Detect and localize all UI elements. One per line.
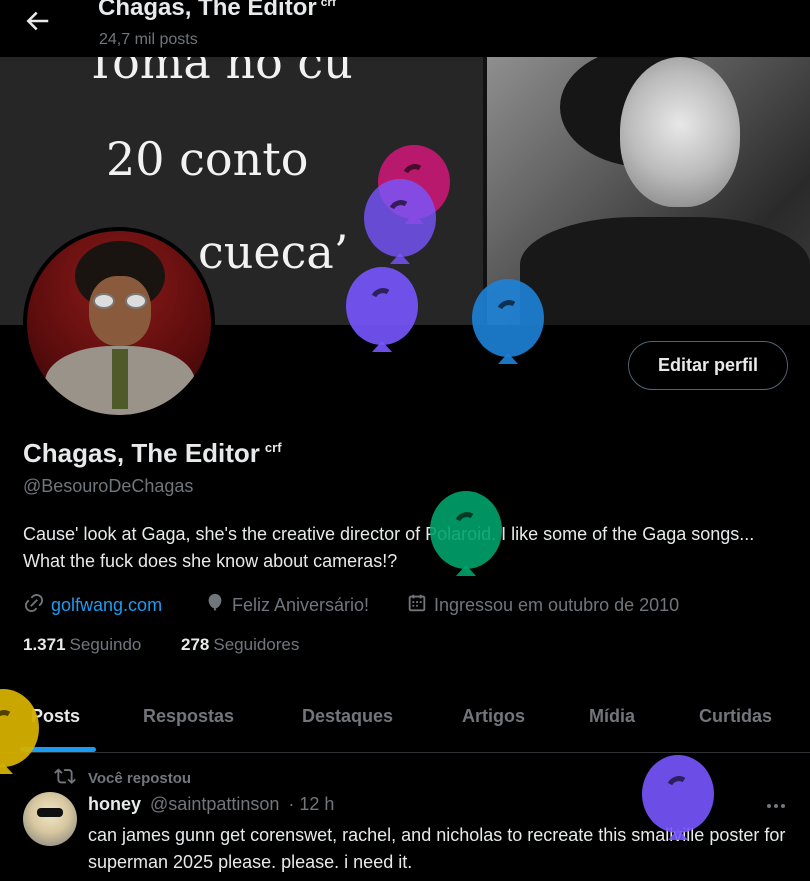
banner-portrait-face <box>620 57 740 207</box>
balloon-icon <box>472 279 544 364</box>
followers-count-link[interactable]: 278 Seguidores <box>181 635 299 655</box>
header-badge: crf <box>320 0 337 9</box>
banner-line-1: Toma no cu <box>85 57 353 89</box>
banner-line-2: 20 conto <box>106 132 309 186</box>
post-timestamp[interactable]: · 12 h <box>288 794 334 814</box>
post-author-handle[interactable]: @saintpattinson <box>150 794 279 814</box>
post-author-name[interactable]: honey <box>88 794 141 814</box>
following-count-link[interactable]: 1.371 Seguindo <box>23 635 141 655</box>
calendar-icon <box>406 592 434 619</box>
balloon-icon <box>364 179 436 264</box>
post-author-avatar[interactable] <box>23 792 77 846</box>
balloon-icon <box>0 689 39 774</box>
profile-birthday: Feliz Aniversário! <box>204 592 369 618</box>
more-icon[interactable] <box>762 794 790 818</box>
website-link[interactable]: golfwang.com <box>51 595 162 616</box>
link-icon <box>23 592 51 619</box>
top-header: Chagas, The Editor crf 24,7 mil posts <box>0 0 810 57</box>
tab-media[interactable]: Mídia <box>589 706 635 727</box>
back-arrow-icon[interactable] <box>22 6 52 36</box>
tab-replies[interactable]: Respostas <box>143 706 234 727</box>
profile-badge: crf <box>264 440 282 456</box>
balloon-icon <box>204 592 232 619</box>
post-header: honey @saintpattinson · 12 h <box>88 794 334 815</box>
banner-portrait-body <box>520 217 810 325</box>
balloon-icon <box>346 267 418 352</box>
balloon-icon <box>430 491 502 576</box>
profile-website[interactable]: golfwang.com <box>23 592 162 618</box>
tab-highlights[interactable]: Destaques <box>302 706 393 727</box>
profile-tabs: Posts Respostas Destaques Artigos Mídia … <box>0 688 810 753</box>
banner-line-3: cueca’ <box>198 225 349 279</box>
header-title: Chagas, The Editor crf <box>98 0 336 22</box>
profile-handle: @BesouroDeChagas <box>23 476 194 496</box>
profile-avatar[interactable] <box>23 227 215 419</box>
tab-articles[interactable]: Artigos <box>462 706 525 727</box>
tab-likes[interactable]: Curtidas <box>699 706 772 727</box>
header-post-count: 24,7 mil posts <box>99 31 198 48</box>
repost-icon <box>54 765 88 791</box>
repost-indicator: Você repostou <box>54 765 191 791</box>
edit-profile-button[interactable]: Editar perfil <box>628 341 788 390</box>
profile-bio: Cause' look at Gaga, she's the creative … <box>23 524 755 571</box>
profile-name: Chagas, The Editor crf <box>23 438 282 468</box>
profile-joined-date: Ingressou em outubro de 2010 <box>406 592 679 618</box>
balloon-icon <box>642 755 714 840</box>
